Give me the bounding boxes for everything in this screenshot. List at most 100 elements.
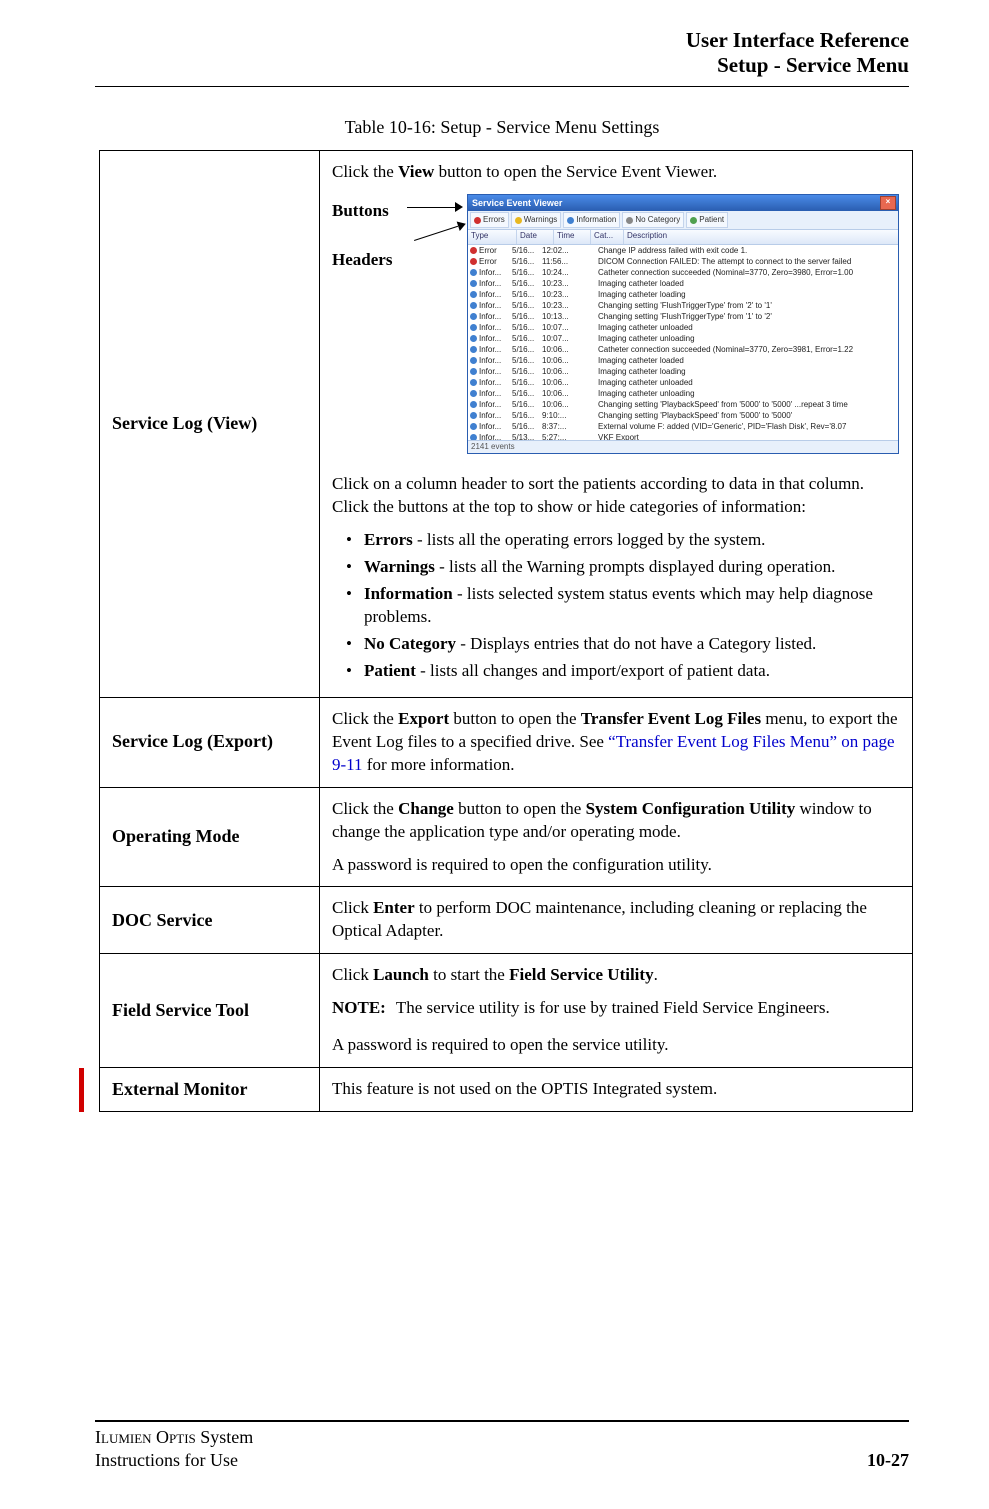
row-label-field-service-tool: Field Service Tool (100, 954, 320, 1068)
column-header-date[interactable]: Date (517, 230, 554, 244)
text-bold: Errors (364, 530, 413, 549)
text: Click (332, 965, 373, 984)
service-event-viewer-figure: Buttons Headers Service Event Viewer × E… (332, 194, 900, 459)
text: - Displays entries that do not have a Ca… (456, 634, 816, 653)
row-label-doc-service: DOC Service (100, 887, 320, 954)
column-header-desc[interactable]: Description (624, 230, 898, 244)
event-row[interactable]: Infor...5/16...10:06...Imaging catheter … (468, 355, 898, 366)
info-icon (470, 302, 477, 309)
text: - lists all the operating errors logged … (413, 530, 766, 549)
table-row: Operating Mode Click the Change button t… (100, 787, 913, 887)
paragraph: Click Launch to start the Field Service … (332, 964, 900, 987)
column-header-cat[interactable]: Cat... (591, 230, 624, 244)
info-icon (470, 291, 477, 298)
list-item: Patient - lists all changes and import/e… (332, 660, 900, 683)
row-content-service-log-view: Click the View button to open the Servic… (320, 151, 913, 697)
event-row[interactable]: Infor...5/16...8:37:...External volume F… (468, 421, 898, 432)
button-label: Information (576, 213, 616, 227)
button-label: Errors (483, 213, 505, 227)
event-row[interactable]: Infor...5/16...10:06...Imaging catheter … (468, 377, 898, 388)
event-row[interactable]: Error5/16...12:02...Change IP address fa… (468, 245, 898, 256)
info-icon (470, 313, 477, 320)
text: button to open the (449, 709, 581, 728)
event-row[interactable]: Infor...5/16...10:13...Changing setting … (468, 311, 898, 322)
warnings-filter-button[interactable]: Warnings (511, 212, 562, 228)
row-label-service-log-view: Service Log (View) (100, 151, 320, 697)
text-bold: Patient (364, 661, 416, 680)
list-item: Information - lists selected system stat… (332, 583, 900, 629)
row-content-operating-mode: Click the Change button to open the Syst… (320, 787, 913, 887)
row-label-service-log-export: Service Log (Export) (100, 697, 320, 787)
event-row[interactable]: Infor...5/16...9:10:...Changing setting … (468, 410, 898, 421)
row-content-doc-service: Click Enter to perform DOC maintenance, … (320, 887, 913, 954)
text: Click the (332, 162, 398, 181)
event-row[interactable]: Infor...5/16...10:06...Catheter connecti… (468, 344, 898, 355)
info-icon (470, 280, 477, 287)
callout-buttons-label: Buttons (332, 200, 389, 223)
event-row[interactable]: Infor...5/16...10:23...Changing setting … (468, 300, 898, 311)
error-icon (474, 217, 481, 224)
text-bold: Warnings (364, 557, 435, 576)
event-row[interactable]: Infor...5/16...10:07...Imaging catheter … (468, 333, 898, 344)
page-number: 10-27 (867, 1450, 909, 1471)
table-row: Service Log (View) Click the View button… (100, 151, 913, 697)
list-item: No Category - Displays entries that do n… (332, 633, 900, 656)
row-content-external-monitor: This feature is not used on the OPTIS In… (320, 1068, 913, 1112)
header-line-2: Setup - Service Menu (95, 53, 909, 78)
table-row: Service Log (Export) Click the Export bu… (100, 697, 913, 787)
column-header-time[interactable]: Time (554, 230, 591, 244)
information-filter-button[interactable]: Information (563, 212, 620, 228)
header-rule (95, 86, 909, 87)
bullet-list: Errors - lists all the operating errors … (332, 529, 900, 683)
paragraph: Click on a column header to sort the pat… (332, 473, 900, 519)
viewer-toolbar: Errors Warnings Information No Category … (468, 211, 898, 230)
text: - lists all changes and import/export of… (416, 661, 770, 680)
list-item: Errors - lists all the operating errors … (332, 529, 900, 552)
paragraph: Click the Export button to open the Tran… (332, 708, 900, 777)
window-title-text: Service Event Viewer (472, 197, 562, 209)
info-icon (470, 423, 477, 430)
info-icon (470, 335, 477, 342)
text: - lists all the Warning prompts displaye… (435, 557, 836, 576)
event-row[interactable]: Error5/16...11:56...DICOM Connection FAI… (468, 256, 898, 267)
nocategory-filter-button[interactable]: No Category (622, 212, 684, 228)
text: button to open the Service Event Viewer. (434, 162, 717, 181)
row-label-operating-mode: Operating Mode (100, 787, 320, 887)
text-bold: Launch (373, 965, 429, 984)
close-icon[interactable]: × (880, 196, 896, 210)
event-row[interactable]: Infor...5/16...10:06...Changing setting … (468, 399, 898, 410)
info-icon (470, 390, 477, 397)
footer-doc-type: Instructions for Use (95, 1449, 253, 1472)
event-row[interactable]: Infor...5/16...10:06...Imaging catheter … (468, 366, 898, 377)
callout-arrow-icon (407, 203, 462, 213)
button-label: Warnings (524, 213, 558, 227)
info-icon (470, 379, 477, 386)
event-row[interactable]: Infor...5/16...10:24...Catheter connecti… (468, 267, 898, 278)
text-bold: System Configuration Utility (586, 799, 796, 818)
event-row[interactable]: Infor...5/16...10:07...Imaging catheter … (468, 322, 898, 333)
change-bar-icon (79, 1068, 84, 1112)
paragraph: A password is required to open the servi… (332, 1034, 900, 1057)
note-block: NOTE: The service utility is for use by … (332, 997, 900, 1020)
text: to start the (429, 965, 509, 984)
text-bold: Field Service Utility (509, 965, 653, 984)
footer-left: Ilumien Optis System Instructions for Us… (95, 1426, 253, 1471)
event-row[interactable]: Infor...5/16...10:23...Imaging catheter … (468, 289, 898, 300)
event-row[interactable]: Infor...5/16...10:23...Imaging catheter … (468, 278, 898, 289)
text: button to open the (454, 799, 586, 818)
table-row: DOC Service Click Enter to perform DOC m… (100, 887, 913, 954)
callout-arrow-icon (414, 224, 464, 244)
paragraph: Click the View button to open the Servic… (332, 161, 900, 184)
info-icon (470, 357, 477, 364)
text-bold: Export (398, 709, 449, 728)
errors-filter-button[interactable]: Errors (470, 212, 509, 228)
row-label-external-monitor: External Monitor (100, 1068, 320, 1112)
patient-icon (690, 217, 697, 224)
column-header-type[interactable]: Type (468, 230, 517, 244)
nocategory-icon (626, 217, 633, 224)
event-row[interactable]: Infor...5/16...10:06...Imaging catheter … (468, 388, 898, 399)
patient-filter-button[interactable]: Patient (686, 212, 728, 228)
text: Click (332, 898, 373, 917)
settings-table: Service Log (View) Click the View button… (99, 150, 913, 1112)
list-item: Warnings - lists all the Warning prompts… (332, 556, 900, 579)
